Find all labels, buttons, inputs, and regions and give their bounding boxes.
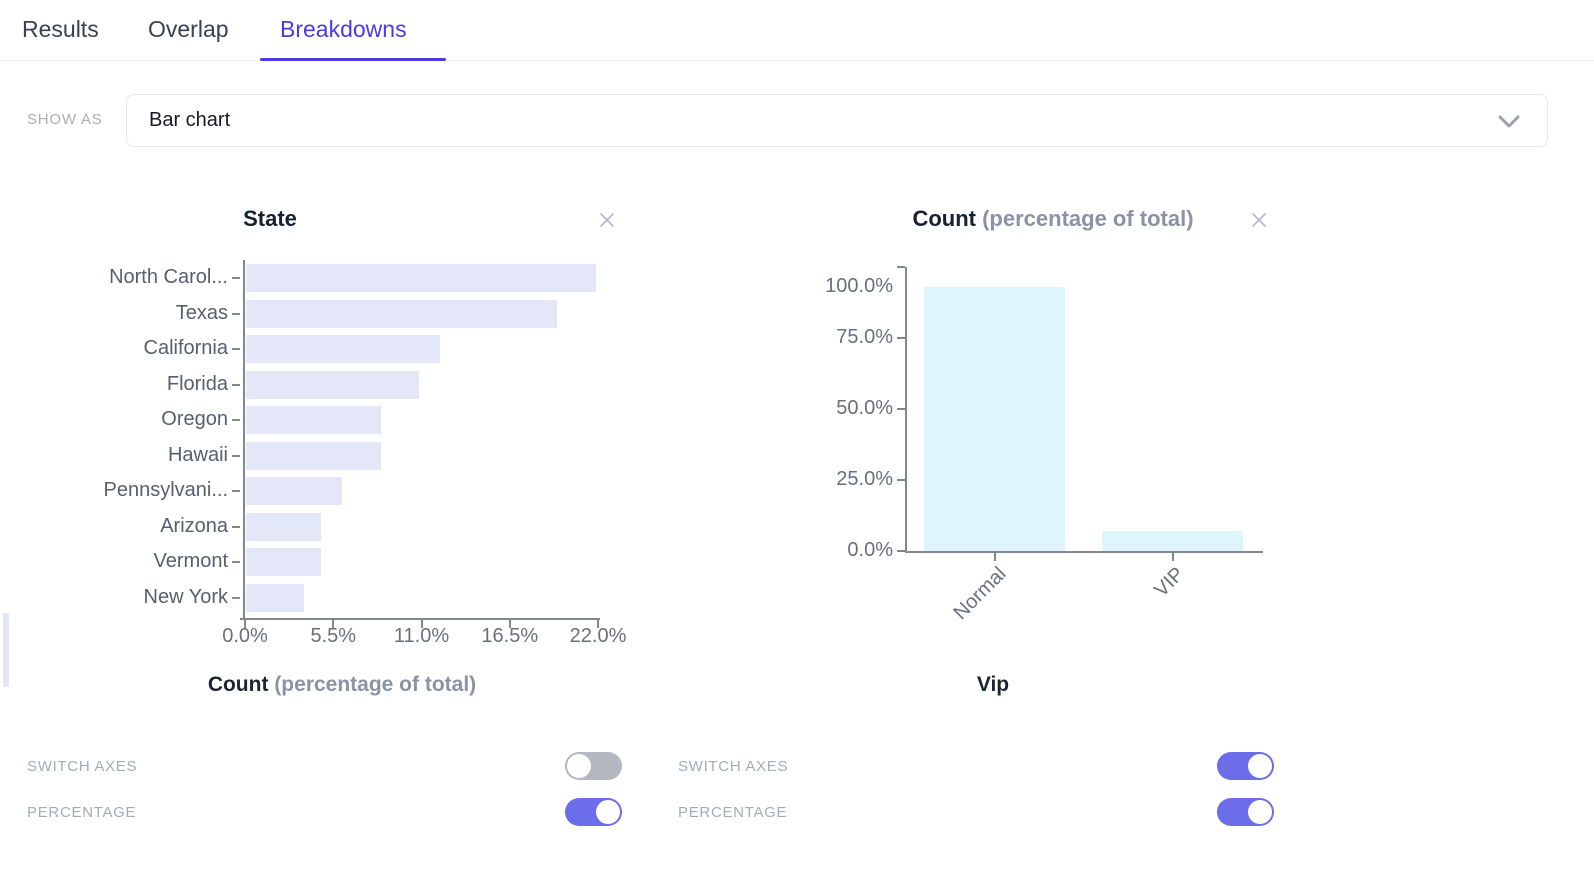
vip-breakdown-chart: Count (percentage of total) 100.0%75.0%5… bbox=[660, 195, 1360, 710]
y-tick-mark bbox=[232, 526, 240, 528]
y-tick-mark bbox=[232, 313, 240, 315]
y-category-label: California bbox=[0, 337, 228, 360]
vip-chart-controls: SWITCH AXES PERCENTAGE bbox=[678, 748, 1274, 840]
x-tick-mark bbox=[1172, 553, 1174, 561]
y-category-label: Vermont bbox=[0, 550, 228, 573]
y-category-label: Texas bbox=[0, 302, 228, 325]
bar-vermont[interactable] bbox=[246, 548, 321, 576]
show-as-value: Bar chart bbox=[149, 109, 230, 132]
percentage-toggle[interactable] bbox=[565, 798, 622, 826]
switch-axes-row: SWITCH AXES bbox=[678, 748, 1274, 784]
switch-axes-row: SWITCH AXES bbox=[27, 748, 622, 784]
tab-results[interactable]: Results bbox=[22, 0, 99, 58]
y-tick-label: 0.0% bbox=[660, 539, 893, 562]
show-as-label: SHOW AS bbox=[27, 111, 103, 128]
switch-axes-toggle[interactable] bbox=[1217, 752, 1274, 780]
left-edge-chart-fragment bbox=[3, 613, 9, 687]
tabs-header: Results Overlap Breakdowns bbox=[0, 0, 1594, 61]
bar-arizona[interactable] bbox=[246, 513, 321, 541]
y-tick-label: 100.0% bbox=[660, 275, 893, 298]
toggle-knob bbox=[1248, 754, 1272, 778]
bar-oregon[interactable] bbox=[246, 406, 381, 434]
x-category-label: VIP bbox=[1066, 563, 1188, 685]
state-chart-controls: SWITCH AXES PERCENTAGE bbox=[27, 748, 622, 840]
bar-florida[interactable] bbox=[246, 371, 419, 399]
y-category-label: Arizona bbox=[0, 515, 228, 538]
y-tick-mark bbox=[897, 550, 905, 552]
y-axis-line bbox=[905, 267, 907, 553]
switch-axes-label: SWITCH AXES bbox=[27, 758, 137, 775]
y-category-label: Pennsylvani... bbox=[0, 479, 228, 502]
bar-texas[interactable] bbox=[246, 300, 557, 328]
y-tick-mark bbox=[232, 561, 240, 563]
plot-area: North Carol... Texas California Florida Oreg… bbox=[0, 195, 660, 710]
y-tick-mark bbox=[232, 490, 240, 492]
bar-california[interactable] bbox=[246, 335, 440, 363]
bar-normal[interactable] bbox=[924, 287, 1065, 551]
active-tab-underline bbox=[260, 58, 446, 61]
toggle-knob bbox=[1248, 800, 1272, 824]
y-tick-label: 50.0% bbox=[660, 397, 893, 420]
bar-northcarol[interactable] bbox=[246, 264, 596, 292]
y-category-label: New York bbox=[0, 586, 228, 609]
x-category-label: Normal bbox=[888, 563, 1010, 685]
x-axis-label-secondary: (percentage of total) bbox=[274, 673, 476, 696]
y-tick-label: 75.0% bbox=[660, 326, 893, 349]
bar-pennsylvani[interactable] bbox=[246, 477, 342, 505]
bar-newyork[interactable] bbox=[246, 584, 304, 612]
x-tick-label: 22.0% bbox=[553, 625, 643, 648]
x-tick-label: 16.5% bbox=[465, 625, 555, 648]
percentage-row: PERCENTAGE bbox=[27, 794, 622, 830]
y-tick-label: 25.0% bbox=[660, 468, 893, 491]
y-category-label: Hawaii bbox=[0, 444, 228, 467]
x-axis-label: Count (percentage of total) bbox=[42, 673, 642, 697]
y-tick-mark bbox=[232, 384, 240, 386]
chevron-down-icon bbox=[1497, 115, 1521, 134]
state-breakdown-chart: State North Carol...TexasCaliforniaFlori… bbox=[0, 195, 660, 710]
y-tick-mark bbox=[232, 597, 240, 599]
bar-hawaii[interactable] bbox=[246, 442, 381, 470]
y-tick-mark bbox=[897, 479, 905, 481]
y-tick-mark bbox=[232, 419, 240, 421]
toggle-knob bbox=[596, 800, 620, 824]
show-as-select[interactable]: Bar chart bbox=[126, 94, 1548, 147]
plot-area: 100.0% 75.0% 50.0% 25.0% 0.0%Normal VIP bbox=[660, 195, 1360, 710]
x-axis-label-main: Vip bbox=[977, 673, 1009, 696]
y-category-label: North Carol... bbox=[0, 266, 228, 289]
x-axis-line bbox=[905, 551, 1263, 553]
percentage-label: PERCENTAGE bbox=[27, 804, 136, 821]
toggle-knob bbox=[567, 754, 591, 778]
y-tick-mark bbox=[897, 408, 905, 410]
y-category-label: Florida bbox=[0, 373, 228, 396]
x-axis-label-main: Count bbox=[208, 673, 269, 696]
bar-vip[interactable] bbox=[1102, 531, 1243, 551]
switch-axes-label: SWITCH AXES bbox=[678, 758, 788, 775]
y-tick-mark bbox=[897, 266, 905, 268]
y-tick-mark bbox=[232, 348, 240, 350]
y-tick-mark bbox=[897, 337, 905, 339]
x-tick-mark bbox=[994, 553, 996, 561]
x-tick-label: 0.0% bbox=[200, 625, 290, 648]
y-tick-mark bbox=[232, 277, 240, 279]
percentage-label: PERCENTAGE bbox=[678, 804, 787, 821]
tab-overlap[interactable]: Overlap bbox=[148, 0, 229, 58]
tab-breakdowns[interactable]: Breakdowns bbox=[280, 0, 407, 58]
y-category-label: Oregon bbox=[0, 408, 228, 431]
x-tick-label: 11.0% bbox=[377, 625, 467, 648]
switch-axes-toggle[interactable] bbox=[565, 752, 622, 780]
percentage-toggle[interactable] bbox=[1217, 798, 1274, 826]
x-tick-label: 5.5% bbox=[288, 625, 378, 648]
x-axis-label: Vip bbox=[693, 673, 1293, 697]
y-axis-line bbox=[243, 260, 245, 620]
percentage-row: PERCENTAGE bbox=[678, 794, 1274, 830]
y-tick-mark bbox=[232, 455, 240, 457]
